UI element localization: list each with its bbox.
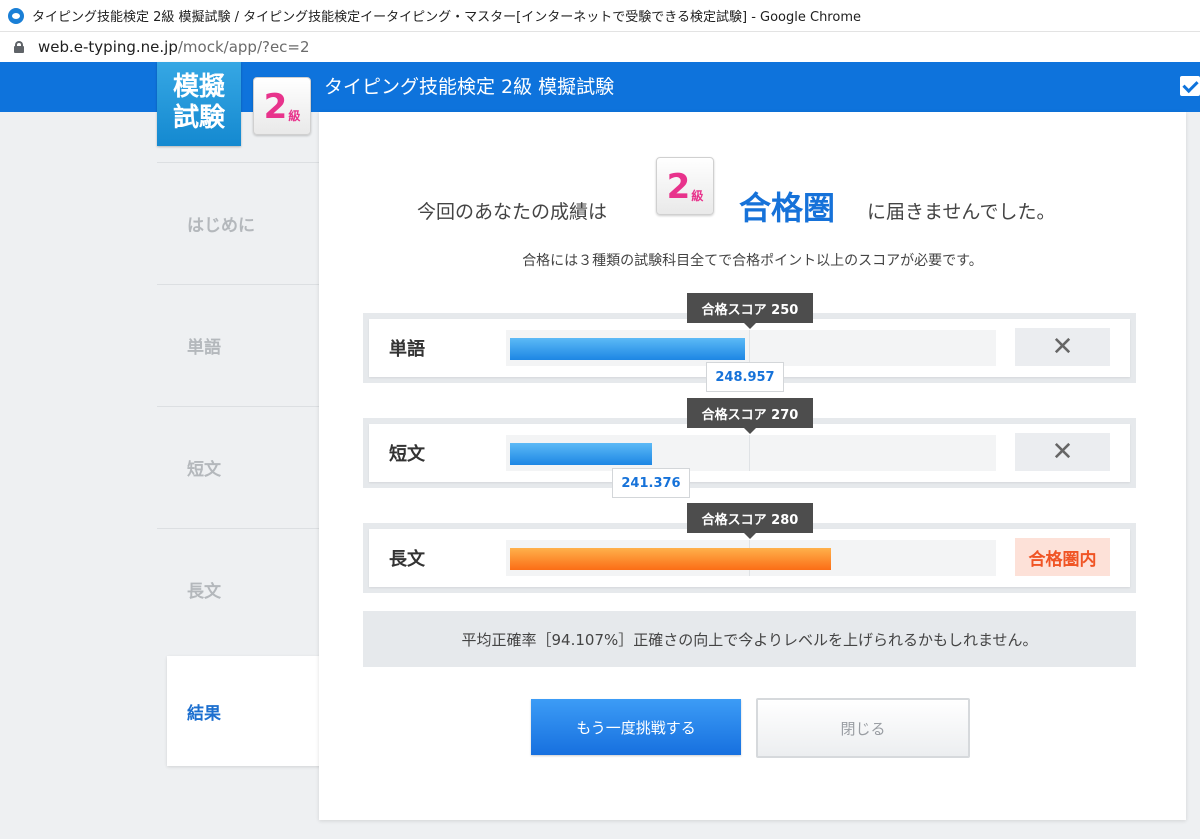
accuracy-message: 平均正確率［94.107%］正確さの向上で今よりレベルを上げられるかもしれません… xyxy=(363,611,1136,667)
pass-status-badge: 合格圏内 xyxy=(1015,538,1110,576)
score-bar-fill xyxy=(510,338,745,360)
lock-icon[interactable] xyxy=(14,41,24,53)
url-path[interactable]: /mock/app/?ec=2 xyxy=(178,38,310,56)
sidebar-item-intro[interactable]: はじめに xyxy=(157,162,319,283)
address-bar[interactable]: web.e-typing.ne.jp/mock/app/?ec=2 xyxy=(0,32,1200,62)
pass-threshold-line xyxy=(749,330,750,366)
logo-line-2: 試験 xyxy=(172,103,225,133)
logo-line-1: 模擬 xyxy=(172,72,225,102)
grade-unit: 級 xyxy=(691,189,704,203)
result-grade-badge: 2級 xyxy=(656,157,714,215)
sidebar-item-label: 長文 xyxy=(187,581,221,602)
retry-button[interactable]: もう一度挑戦する xyxy=(531,699,741,755)
score-bar-fill xyxy=(510,443,652,465)
sidebar-item-long-text[interactable]: 長文 xyxy=(157,528,319,649)
grade-number: 2 xyxy=(263,87,288,127)
grade-unit: 級 xyxy=(288,109,301,123)
grade-number: 2 xyxy=(666,167,691,207)
header-grade-badge: 2級 xyxy=(253,77,311,135)
score-bar-fill xyxy=(510,548,831,570)
sidebar-item-short-text[interactable]: 短文 xyxy=(157,406,319,527)
window-title: タイピング技能検定 2級 模擬試験 / タイピング技能検定イータイピング・マスタ… xyxy=(32,10,861,25)
checkbox-icon[interactable] xyxy=(1180,76,1200,96)
result-summary: 今回のあなたの成績は 2級 合格圏 に届きませんでした。 xyxy=(319,157,1186,227)
close-button[interactable]: 閉じる xyxy=(756,698,970,758)
pass-score-tag: 合格スコア 250 xyxy=(687,293,813,329)
sidebar-item-label: 短文 xyxy=(187,459,221,480)
window-titlebar: タイピング技能検定 2級 模擬試験 / タイピング技能検定イータイピング・マスタ… xyxy=(0,0,1200,32)
sidebar-item-label: 結果 xyxy=(187,703,221,724)
mock-exam-logo: 模擬 試験 xyxy=(157,62,241,146)
sidebar-item-label: はじめに xyxy=(187,215,255,236)
page-title: タイピング技能検定 2級 模擬試験 xyxy=(324,76,615,98)
url-host[interactable]: web.e-typing.ne.jp xyxy=(38,38,178,56)
pass-score-tag: 合格スコア 280 xyxy=(687,503,813,539)
score-bar-track xyxy=(506,435,996,471)
fail-mark: ✕ xyxy=(1015,433,1110,471)
user-score-tag: 248.957 xyxy=(706,362,784,392)
subject-name: 単語 xyxy=(389,339,425,360)
subject-name: 長文 xyxy=(389,549,425,570)
result-panel: 今回のあなたの成績は 2級 合格圏 に届きませんでした。 合格には３種類の試験科… xyxy=(319,112,1186,820)
pass-threshold-line xyxy=(749,435,750,471)
score-bar-track xyxy=(506,330,996,366)
result-highlight: 合格圏 xyxy=(739,189,836,227)
result-suffix: に届きませんでした。 xyxy=(867,201,1056,223)
sidebar-item-label: 単語 xyxy=(187,337,221,358)
score-bar-track xyxy=(506,540,996,576)
pass-requirement-note: 合格には３種類の試験科目全てで合格ポイント以上のスコアが必要です。 xyxy=(522,253,983,269)
sidebar-item-words[interactable]: 単語 xyxy=(157,284,319,405)
result-prefix: 今回のあなたの成績は xyxy=(417,201,608,223)
pass-score-tag: 合格スコア 270 xyxy=(687,398,813,434)
fail-mark: ✕ xyxy=(1015,328,1110,366)
site-favicon-icon xyxy=(8,7,24,24)
user-score-tag: 241.376 xyxy=(612,468,690,498)
subject-name: 短文 xyxy=(389,444,425,465)
sidebar-item-result[interactable]: 結果 xyxy=(167,656,327,766)
